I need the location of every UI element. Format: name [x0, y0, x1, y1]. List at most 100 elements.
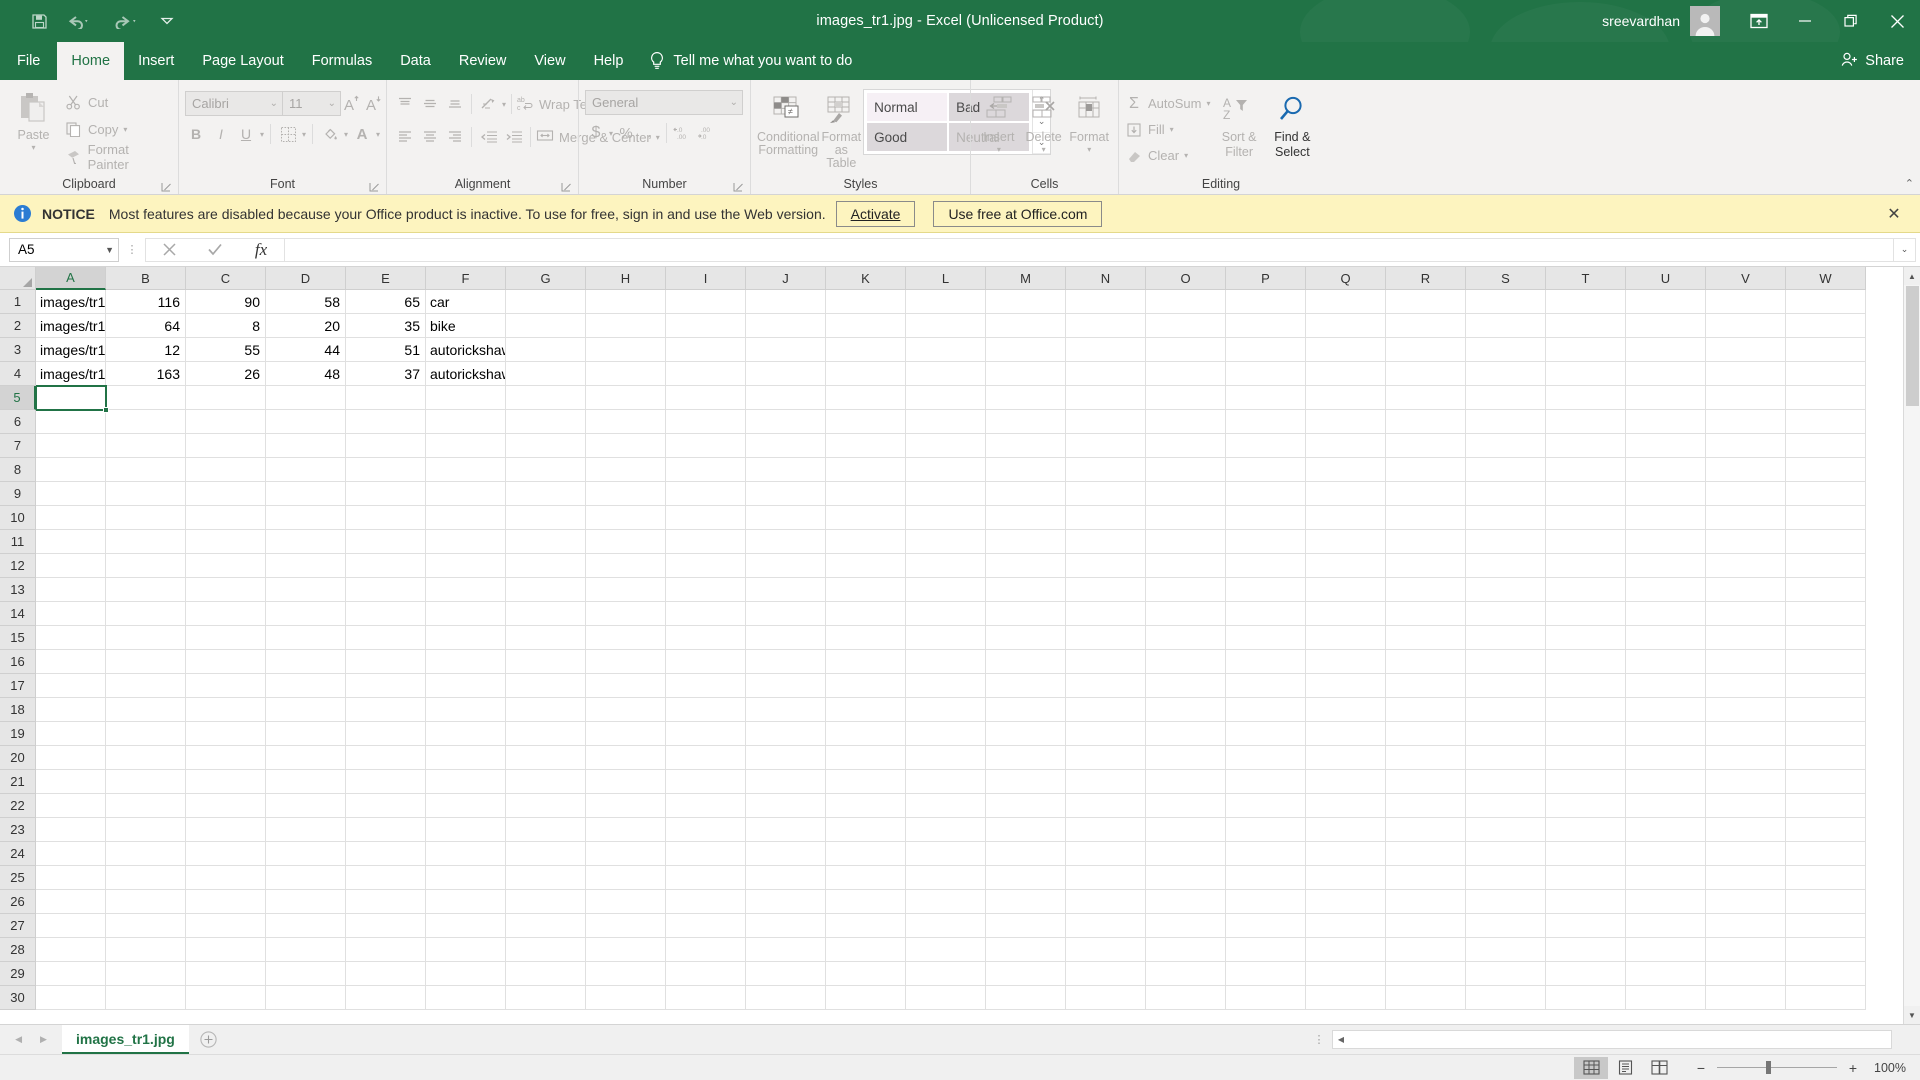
cell-H14[interactable]	[586, 602, 666, 626]
cell-I13[interactable]	[666, 578, 746, 602]
cell-U7[interactable]	[1626, 434, 1706, 458]
font-color-dropdown-icon[interactable]: ▾	[376, 130, 380, 138]
cell-C20[interactable]	[186, 746, 266, 770]
cell-O2[interactable]	[1146, 314, 1226, 338]
cell-T4[interactable]	[1546, 362, 1626, 386]
cell-L14[interactable]	[906, 602, 986, 626]
cell-F27[interactable]	[426, 914, 506, 938]
cell-W12[interactable]	[1786, 554, 1866, 578]
cell-N12[interactable]	[1066, 554, 1146, 578]
comma-style-button[interactable]: ,	[639, 121, 661, 145]
cell-U24[interactable]	[1626, 842, 1706, 866]
cell-U27[interactable]	[1626, 914, 1706, 938]
cell-C19[interactable]	[186, 722, 266, 746]
cell-A29[interactable]	[36, 962, 106, 986]
cell-D9[interactable]	[266, 482, 346, 506]
cell-W23[interactable]	[1786, 818, 1866, 842]
cell-G9[interactable]	[506, 482, 586, 506]
cell-R26[interactable]	[1386, 890, 1466, 914]
cell-J11[interactable]	[746, 530, 826, 554]
minimize-icon[interactable]	[1782, 0, 1828, 42]
cell-N10[interactable]	[1066, 506, 1146, 530]
cell-I4[interactable]	[666, 362, 746, 386]
cell-Q14[interactable]	[1306, 602, 1386, 626]
cell-N27[interactable]	[1066, 914, 1146, 938]
cell-O11[interactable]	[1146, 530, 1226, 554]
cell-N2[interactable]	[1066, 314, 1146, 338]
cell-S11[interactable]	[1466, 530, 1546, 554]
cell-J29[interactable]	[746, 962, 826, 986]
cell-I26[interactable]	[666, 890, 746, 914]
cell-M12[interactable]	[986, 554, 1066, 578]
cell-K4[interactable]	[826, 362, 906, 386]
cell-L16[interactable]	[906, 650, 986, 674]
cell-M26[interactable]	[986, 890, 1066, 914]
cell-F7[interactable]	[426, 434, 506, 458]
cell-T10[interactable]	[1546, 506, 1626, 530]
cell-T28[interactable]	[1546, 938, 1626, 962]
cell-F11[interactable]	[426, 530, 506, 554]
cell-B14[interactable]	[106, 602, 186, 626]
cell-N3[interactable]	[1066, 338, 1146, 362]
cell-N8[interactable]	[1066, 458, 1146, 482]
cell-V15[interactable]	[1706, 626, 1786, 650]
column-header-u[interactable]: U	[1626, 267, 1706, 290]
cell-M15[interactable]	[986, 626, 1066, 650]
cell-L22[interactable]	[906, 794, 986, 818]
cell-V21[interactable]	[1706, 770, 1786, 794]
cut-button[interactable]: Cut	[65, 90, 172, 115]
cell-H27[interactable]	[586, 914, 666, 938]
cell-N17[interactable]	[1066, 674, 1146, 698]
cell-S14[interactable]	[1466, 602, 1546, 626]
cell-P30[interactable]	[1226, 986, 1306, 1010]
cell-E26[interactable]	[346, 890, 426, 914]
cell-J3[interactable]	[746, 338, 826, 362]
cell-Q30[interactable]	[1306, 986, 1386, 1010]
autosum-button[interactable]: Σ AutoSum ▾	[1125, 91, 1210, 116]
cell-Q3[interactable]	[1306, 338, 1386, 362]
cell-L5[interactable]	[906, 386, 986, 410]
cell-N13[interactable]	[1066, 578, 1146, 602]
expand-formula-bar-icon[interactable]: ⌄	[1894, 237, 1916, 262]
cell-P28[interactable]	[1226, 938, 1306, 962]
cell-G21[interactable]	[506, 770, 586, 794]
cell-Q23[interactable]	[1306, 818, 1386, 842]
cell-P20[interactable]	[1226, 746, 1306, 770]
cell-T7[interactable]	[1546, 434, 1626, 458]
bottom-align-button[interactable]	[443, 92, 466, 116]
font-dialog-launcher-icon[interactable]	[369, 180, 380, 192]
cell-D4[interactable]: 48	[266, 362, 346, 386]
cell-D20[interactable]	[266, 746, 346, 770]
cell-R13[interactable]	[1386, 578, 1466, 602]
cell-I6[interactable]	[666, 410, 746, 434]
cell-J17[interactable]	[746, 674, 826, 698]
cell-K3[interactable]	[826, 338, 906, 362]
cell-P13[interactable]	[1226, 578, 1306, 602]
cell-P29[interactable]	[1226, 962, 1306, 986]
decrease-font-size-button[interactable]: A	[363, 92, 385, 116]
cell-K11[interactable]	[826, 530, 906, 554]
cell-G25[interactable]	[506, 866, 586, 890]
cell-M21[interactable]	[986, 770, 1066, 794]
cell-E20[interactable]	[346, 746, 426, 770]
cell-W21[interactable]	[1786, 770, 1866, 794]
cell-H29[interactable]	[586, 962, 666, 986]
cell-H5[interactable]	[586, 386, 666, 410]
font-name-combo[interactable]: Calibri ⌄	[185, 91, 283, 116]
cell-S18[interactable]	[1466, 698, 1546, 722]
cell-A10[interactable]	[36, 506, 106, 530]
cell-H28[interactable]	[586, 938, 666, 962]
cell-F16[interactable]	[426, 650, 506, 674]
cell-H23[interactable]	[586, 818, 666, 842]
cell-V28[interactable]	[1706, 938, 1786, 962]
cell-M23[interactable]	[986, 818, 1066, 842]
cell-M30[interactable]	[986, 986, 1066, 1010]
cell-M2[interactable]	[986, 314, 1066, 338]
tab-view[interactable]: View	[520, 42, 579, 80]
cell-F3[interactable]: autorickshaw	[426, 338, 506, 362]
cell-B2[interactable]: 64	[106, 314, 186, 338]
cell-A15[interactable]	[36, 626, 106, 650]
cell-B9[interactable]	[106, 482, 186, 506]
row-header-21[interactable]: 21	[0, 770, 36, 794]
cell-E23[interactable]	[346, 818, 426, 842]
